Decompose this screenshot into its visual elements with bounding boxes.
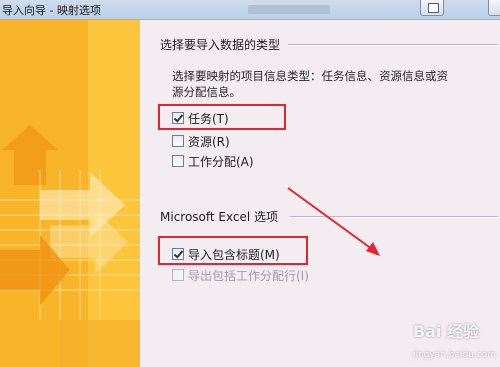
close-button[interactable]	[488, 0, 500, 16]
checkbox-resource-label: 资源(R)	[188, 134, 230, 149]
checkbox-export-assignment-rows-label: 导出包括工作分配行(I)	[188, 268, 309, 283]
watermark-logo: Bai 经验 jingyan.baidu.com	[413, 318, 496, 361]
window-title: 导入向导 - 映射选项	[2, 4, 101, 17]
wizard-side-banner	[0, 20, 140, 367]
import-arrows-decoration	[0, 20, 140, 367]
section-description: 选择要映射的项目信息类型：任务信息、资源信息或资源分配信息。	[172, 69, 448, 99]
help-button[interactable]	[420, 0, 444, 16]
checkbox-box[interactable]	[172, 135, 184, 147]
checkbox-task-label: 任务(T)	[188, 111, 229, 126]
title-bar: 导入向导 - 映射选项	[0, 0, 500, 20]
checkmark-icon[interactable]	[172, 248, 184, 260]
section-separator	[288, 44, 498, 45]
section-title-excel-options: Microsoft Excel 选项	[160, 210, 279, 224]
blurred-title-region	[248, 5, 330, 14]
checkbox-resource[interactable]: 资源(R)	[172, 132, 230, 150]
checkbox-export-assignment-rows: 导出包括工作分配行(I)	[172, 266, 309, 284]
checkbox-task[interactable]: 任务(T)	[172, 109, 229, 127]
checkbox-assignment-label: 工作分配(A)	[188, 154, 254, 169]
checkbox-assignment[interactable]: 工作分配(A)	[172, 152, 254, 170]
checkmark-icon[interactable]	[172, 112, 184, 124]
checkbox-import-headers-label: 导入包含标题(M)	[188, 247, 280, 262]
checkbox-box[interactable]	[172, 155, 184, 167]
section-title-import-type: 选择要导入数据的类型	[160, 38, 281, 52]
watermark-text: Bai 经验	[412, 322, 479, 341]
watermark-subtext: jingyan.baidu.com	[412, 350, 496, 360]
wizard-content: 选择要导入数据的类型 选择要映射的项目信息类型：任务信息、资源信息或资源分配信息…	[140, 20, 500, 367]
section-separator	[290, 216, 498, 217]
checkbox-box-disabled	[172, 269, 184, 281]
checkbox-import-headers[interactable]: 导入包含标题(M)	[172, 245, 280, 263]
